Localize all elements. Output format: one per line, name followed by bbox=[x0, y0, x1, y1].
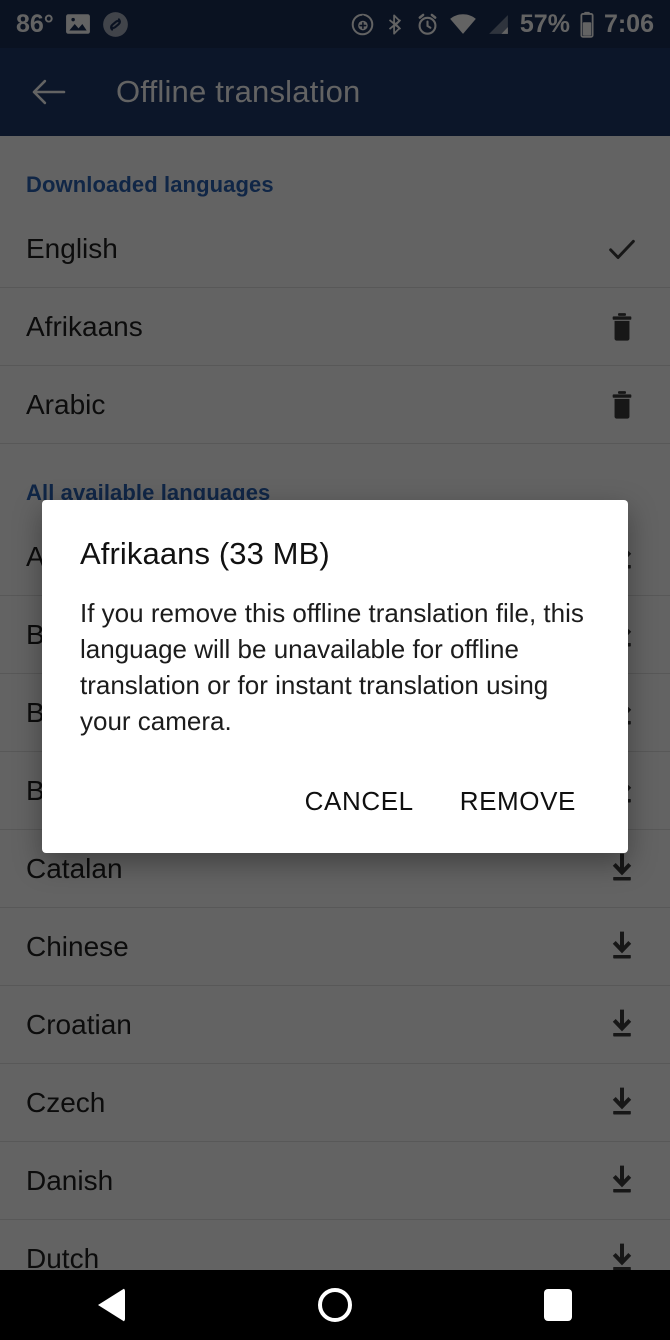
nav-back-icon bbox=[98, 1288, 126, 1322]
dialog-actions: CANCEL REMOVE bbox=[80, 778, 590, 831]
dialog-title: Afrikaans (33 MB) bbox=[80, 536, 330, 571]
cancel-button[interactable]: CANCEL bbox=[291, 778, 428, 825]
phone-screen: 86° bbox=[0, 0, 670, 1340]
remove-button[interactable]: REMOVE bbox=[446, 778, 590, 825]
dialog-message: If you remove this offline translation f… bbox=[80, 598, 584, 736]
nav-home-button[interactable] bbox=[290, 1270, 380, 1340]
nav-recents-icon bbox=[544, 1289, 573, 1321]
remove-language-dialog: Afrikaans (33 MB) If you remove this off… bbox=[42, 500, 628, 853]
nav-back-button[interactable] bbox=[67, 1270, 157, 1340]
android-navigation-bar bbox=[0, 1270, 670, 1340]
nav-recents-button[interactable] bbox=[513, 1270, 603, 1340]
nav-home-icon bbox=[317, 1288, 352, 1322]
